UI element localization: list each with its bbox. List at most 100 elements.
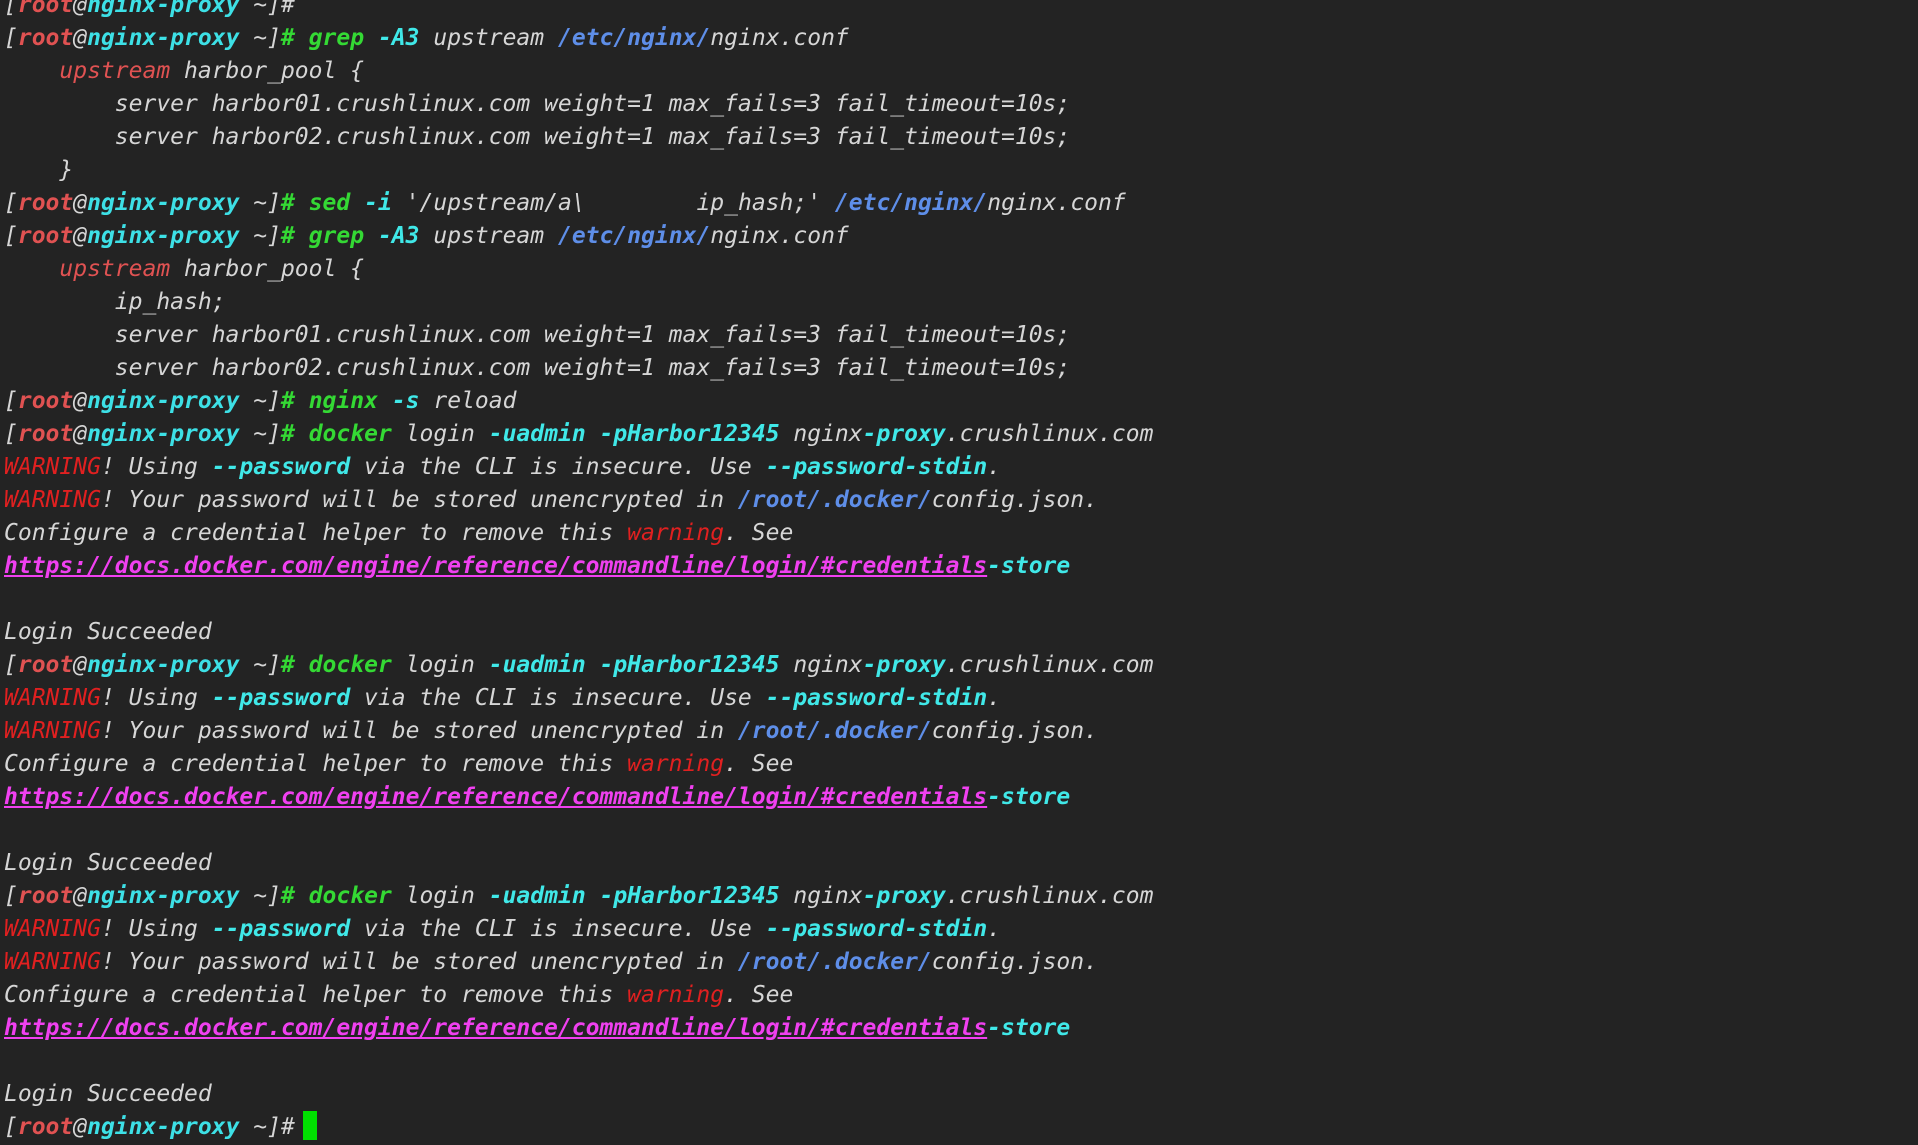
terminal-text: /etc/nginx/: [834, 190, 988, 216]
terminal-text: @: [73, 25, 88, 51]
terminal-window[interactable]: [root@nginx-proxy ~]# [root@nginx-proxy ~…: [0, 0, 1918, 1145]
terminal-text: root: [17, 190, 74, 216]
terminal-text: upstream: [59, 58, 171, 84]
terminal-text: WARNING: [4, 685, 101, 711]
terminal-text: -proxy: [156, 0, 240, 18]
terminal-text: ~]: [239, 652, 281, 678]
docs-link[interactable]: https://docs.docker.com/engine/reference…: [4, 553, 987, 579]
terminal-text: nginx: [87, 190, 157, 216]
terminal-text: /etc/nginx/: [557, 223, 711, 249]
terminal-text: root: [17, 223, 74, 249]
terminal-text: ! Using: [100, 685, 212, 711]
terminal-text: -proxy: [156, 883, 240, 909]
terminal-text: via the CLI is insecure. Use: [350, 454, 766, 480]
terminal-text: nginx: [87, 1114, 157, 1140]
terminal-text: nginx: [87, 223, 157, 249]
terminal-text: ~]: [239, 421, 281, 447]
terminal-text: upstream: [59, 256, 171, 282]
terminal-text: .crushlinux.com: [945, 883, 1154, 909]
terminal-line: server harbor01.crushlinux.com weight=1 …: [4, 88, 1153, 121]
terminal-text: login: [391, 652, 489, 678]
terminal-text: ! Your password will be stored unencrypt…: [100, 718, 738, 744]
terminal-text: WARNING: [4, 916, 101, 942]
terminal-text: #: [281, 388, 309, 414]
terminal-text: -store: [987, 1015, 1071, 1041]
terminal-text: root: [17, 421, 74, 447]
terminal-text: Configure a credential helper to remove …: [4, 751, 628, 777]
terminal-text: -uadmin: [488, 421, 586, 447]
terminal-text: -A3: [377, 25, 420, 51]
terminal-text: #: [281, 0, 295, 18]
terminal-text: docker: [308, 883, 392, 909]
terminal-text: . See: [724, 982, 794, 1008]
terminal-text: --password-stdin: [765, 685, 988, 711]
terminal-text: warning: [627, 751, 725, 777]
terminal-text: -proxy: [862, 421, 946, 447]
docs-link[interactable]: https://docs.docker.com/engine/reference…: [4, 784, 987, 810]
terminal-text: ~]: [239, 223, 281, 249]
terminal-text: -pHarbor12345: [599, 652, 780, 678]
terminal-text: ! Using: [100, 454, 212, 480]
terminal-line: [root@nginx-proxy ~]# nginx -s reload: [4, 385, 1153, 418]
terminal-text: -pHarbor12345: [599, 421, 780, 447]
terminal-text: root: [17, 25, 74, 51]
terminal-line: [root@nginx-proxy ~]#: [4, 0, 1153, 22]
terminal-text: /root/.docker/: [737, 718, 932, 744]
terminal-text: ! Your password will be stored unencrypt…: [100, 487, 738, 513]
terminal-text: nginx: [87, 883, 157, 909]
terminal-text: @: [73, 0, 88, 18]
terminal-text: [: [4, 421, 18, 447]
terminal-text: Configure a credential helper to remove …: [4, 982, 628, 1008]
terminal-text: #: [281, 1114, 295, 1140]
terminal-text: nginx: [87, 388, 157, 414]
terminal-text: root: [17, 1114, 74, 1140]
terminal-text: .crushlinux.com: [945, 421, 1154, 447]
terminal-text: -proxy: [156, 223, 240, 249]
docs-link[interactable]: https://docs.docker.com/engine/reference…: [4, 1015, 987, 1041]
terminal-text: -proxy: [156, 25, 240, 51]
terminal-text: #: [281, 223, 309, 249]
terminal-text: nginx: [87, 25, 157, 51]
terminal-text: config.json.: [931, 718, 1098, 744]
terminal-text: --password: [211, 685, 351, 711]
terminal-line: server harbor02.crushlinux.com weight=1 …: [4, 121, 1153, 154]
terminal-text: root: [17, 0, 74, 18]
terminal-text: -uadmin: [488, 883, 586, 909]
terminal-text: [: [4, 223, 18, 249]
terminal-text: WARNING: [4, 454, 101, 480]
terminal-line: Login Succeeded: [4, 1078, 1153, 1111]
terminal-text: /root/.docker/: [737, 949, 932, 975]
terminal-text: ~]: [239, 0, 281, 18]
terminal-text: nginx: [87, 421, 157, 447]
terminal-text: @: [73, 1114, 88, 1140]
terminal-text: -i: [364, 190, 392, 216]
terminal-cursor: [302, 1111, 317, 1140]
terminal-text: --password-stdin: [765, 916, 988, 942]
terminal-text: nginx: [779, 652, 863, 678]
terminal-text: [: [4, 1114, 18, 1140]
terminal-text: config.json.: [931, 487, 1098, 513]
terminal-text: @: [73, 421, 88, 447]
terminal-text: warning: [627, 520, 725, 546]
terminal-text: #: [281, 652, 309, 678]
terminal-text: -pHarbor12345: [599, 883, 780, 909]
terminal-text: . See: [724, 751, 794, 777]
terminal-text: nginx.conf: [710, 223, 849, 249]
terminal-text: -store: [987, 784, 1071, 810]
terminal-text: sed: [308, 190, 351, 216]
terminal-output[interactable]: [root@nginx-proxy ~]# [root@nginx-proxy ~…: [4, 0, 1153, 1144]
terminal-text: grep: [308, 223, 365, 249]
terminal-text: harbor_pool {: [170, 256, 365, 282]
terminal-text: @: [73, 223, 88, 249]
terminal-text: server harbor02.crushlinux.com weight=1 …: [4, 124, 1071, 150]
terminal-text: .: [987, 916, 1002, 942]
terminal-line: https://docs.docker.com/engine/reference…: [4, 781, 1153, 814]
terminal-text: WARNING: [4, 487, 101, 513]
